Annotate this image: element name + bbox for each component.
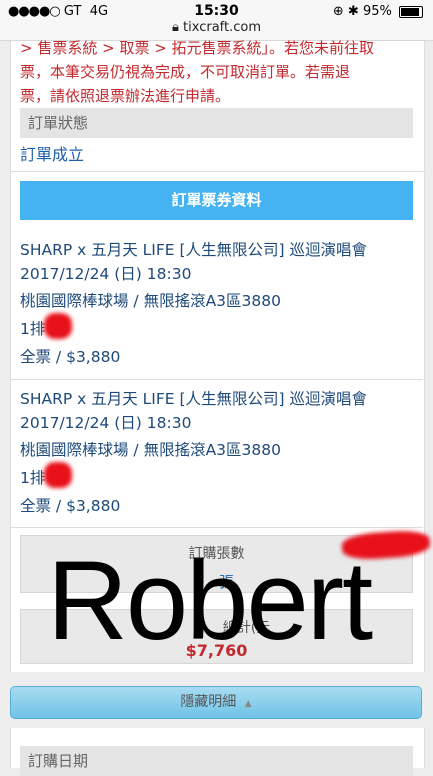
redaction-mark (44, 313, 72, 339)
ticket-datetime: 2017/12/24 (日) 18:30 (20, 265, 192, 283)
ticket-seat: 1排 號 (20, 469, 66, 487)
notice-line: 票，本筆交易仍視為完成，不可取消訂單。若需退 (20, 63, 351, 81)
rotation-lock-icon: ⊕ (332, 4, 344, 19)
refund-notice: > 售票系統 > 取票 > 拓元售票系統」。若您未前往取 票，本筆交易仍視為完成… (20, 36, 415, 108)
battery-icon (399, 5, 423, 18)
tickets-section-header: 訂單票券資料 (20, 181, 413, 220)
ticket-event: SHARP x 五月天 LIFE [人生無限公司] 巡迴演唱會 (20, 390, 368, 408)
ticket-price: 全票 / $3,880 (20, 348, 121, 366)
hide-details-button[interactable]: 隱藏明細 ▲ (10, 686, 422, 719)
redaction-mark (44, 462, 72, 488)
battery-percent: 95% (362, 4, 392, 19)
hide-details-label: 隱藏明細 (180, 694, 237, 710)
ticket-venue: 桃園國際棒球場 / 無限搖滾A3區3880 (20, 292, 281, 310)
order-status-label: 訂單狀態 (20, 108, 413, 138)
divider (10, 527, 423, 528)
url-text: tixcraft.com (183, 20, 262, 35)
lock-icon: 🔒︎ (171, 20, 179, 35)
order-status-value: 訂單成立 (20, 145, 85, 164)
bluetooth-icon: ✱ (347, 4, 359, 19)
ticket-venue: 桃園國際棒球場 / 無限搖滾A3區3880 (20, 441, 281, 459)
ticket-event: SHARP x 五月天 LIFE [人生無限公司] 巡迴演唱會 (20, 241, 368, 259)
order-date-label: 訂購日期 (20, 746, 413, 776)
ticket-item: SHARP x 五月天 LIFE [人生無限公司] 巡迴演唱會 2017/12/… (20, 387, 415, 518)
triangle-up-icon: ▲ (244, 699, 252, 709)
status-right: ⊕ ✱ 95% (333, 4, 423, 19)
notice-line: 票，請依照退票辦法進行申請。 (20, 87, 231, 105)
ticket-item: SHARP x 五月天 LIFE [人生無限公司] 巡迴演唱會 2017/12/… (20, 238, 415, 369)
address-bar[interactable]: 🔒︎ tixcraft.com (0, 20, 433, 35)
ticket-datetime: 2017/12/24 (日) 18:30 (20, 414, 192, 432)
ticket-price: 全票 / $3,880 (20, 497, 121, 515)
notice-line: > 售票系統 > 取票 > 拓元售票系統」。若您未前往取 (20, 39, 375, 57)
status-bar: ●●●●○ GT 4G 15:30 🔒︎ tixcraft.com ⊕ ✱ 95… (0, 0, 433, 41)
ticket-seat: 1排 號 (20, 320, 66, 338)
divider (10, 171, 423, 172)
overlay-name-text: Robert (47, 538, 373, 663)
divider (10, 379, 423, 380)
